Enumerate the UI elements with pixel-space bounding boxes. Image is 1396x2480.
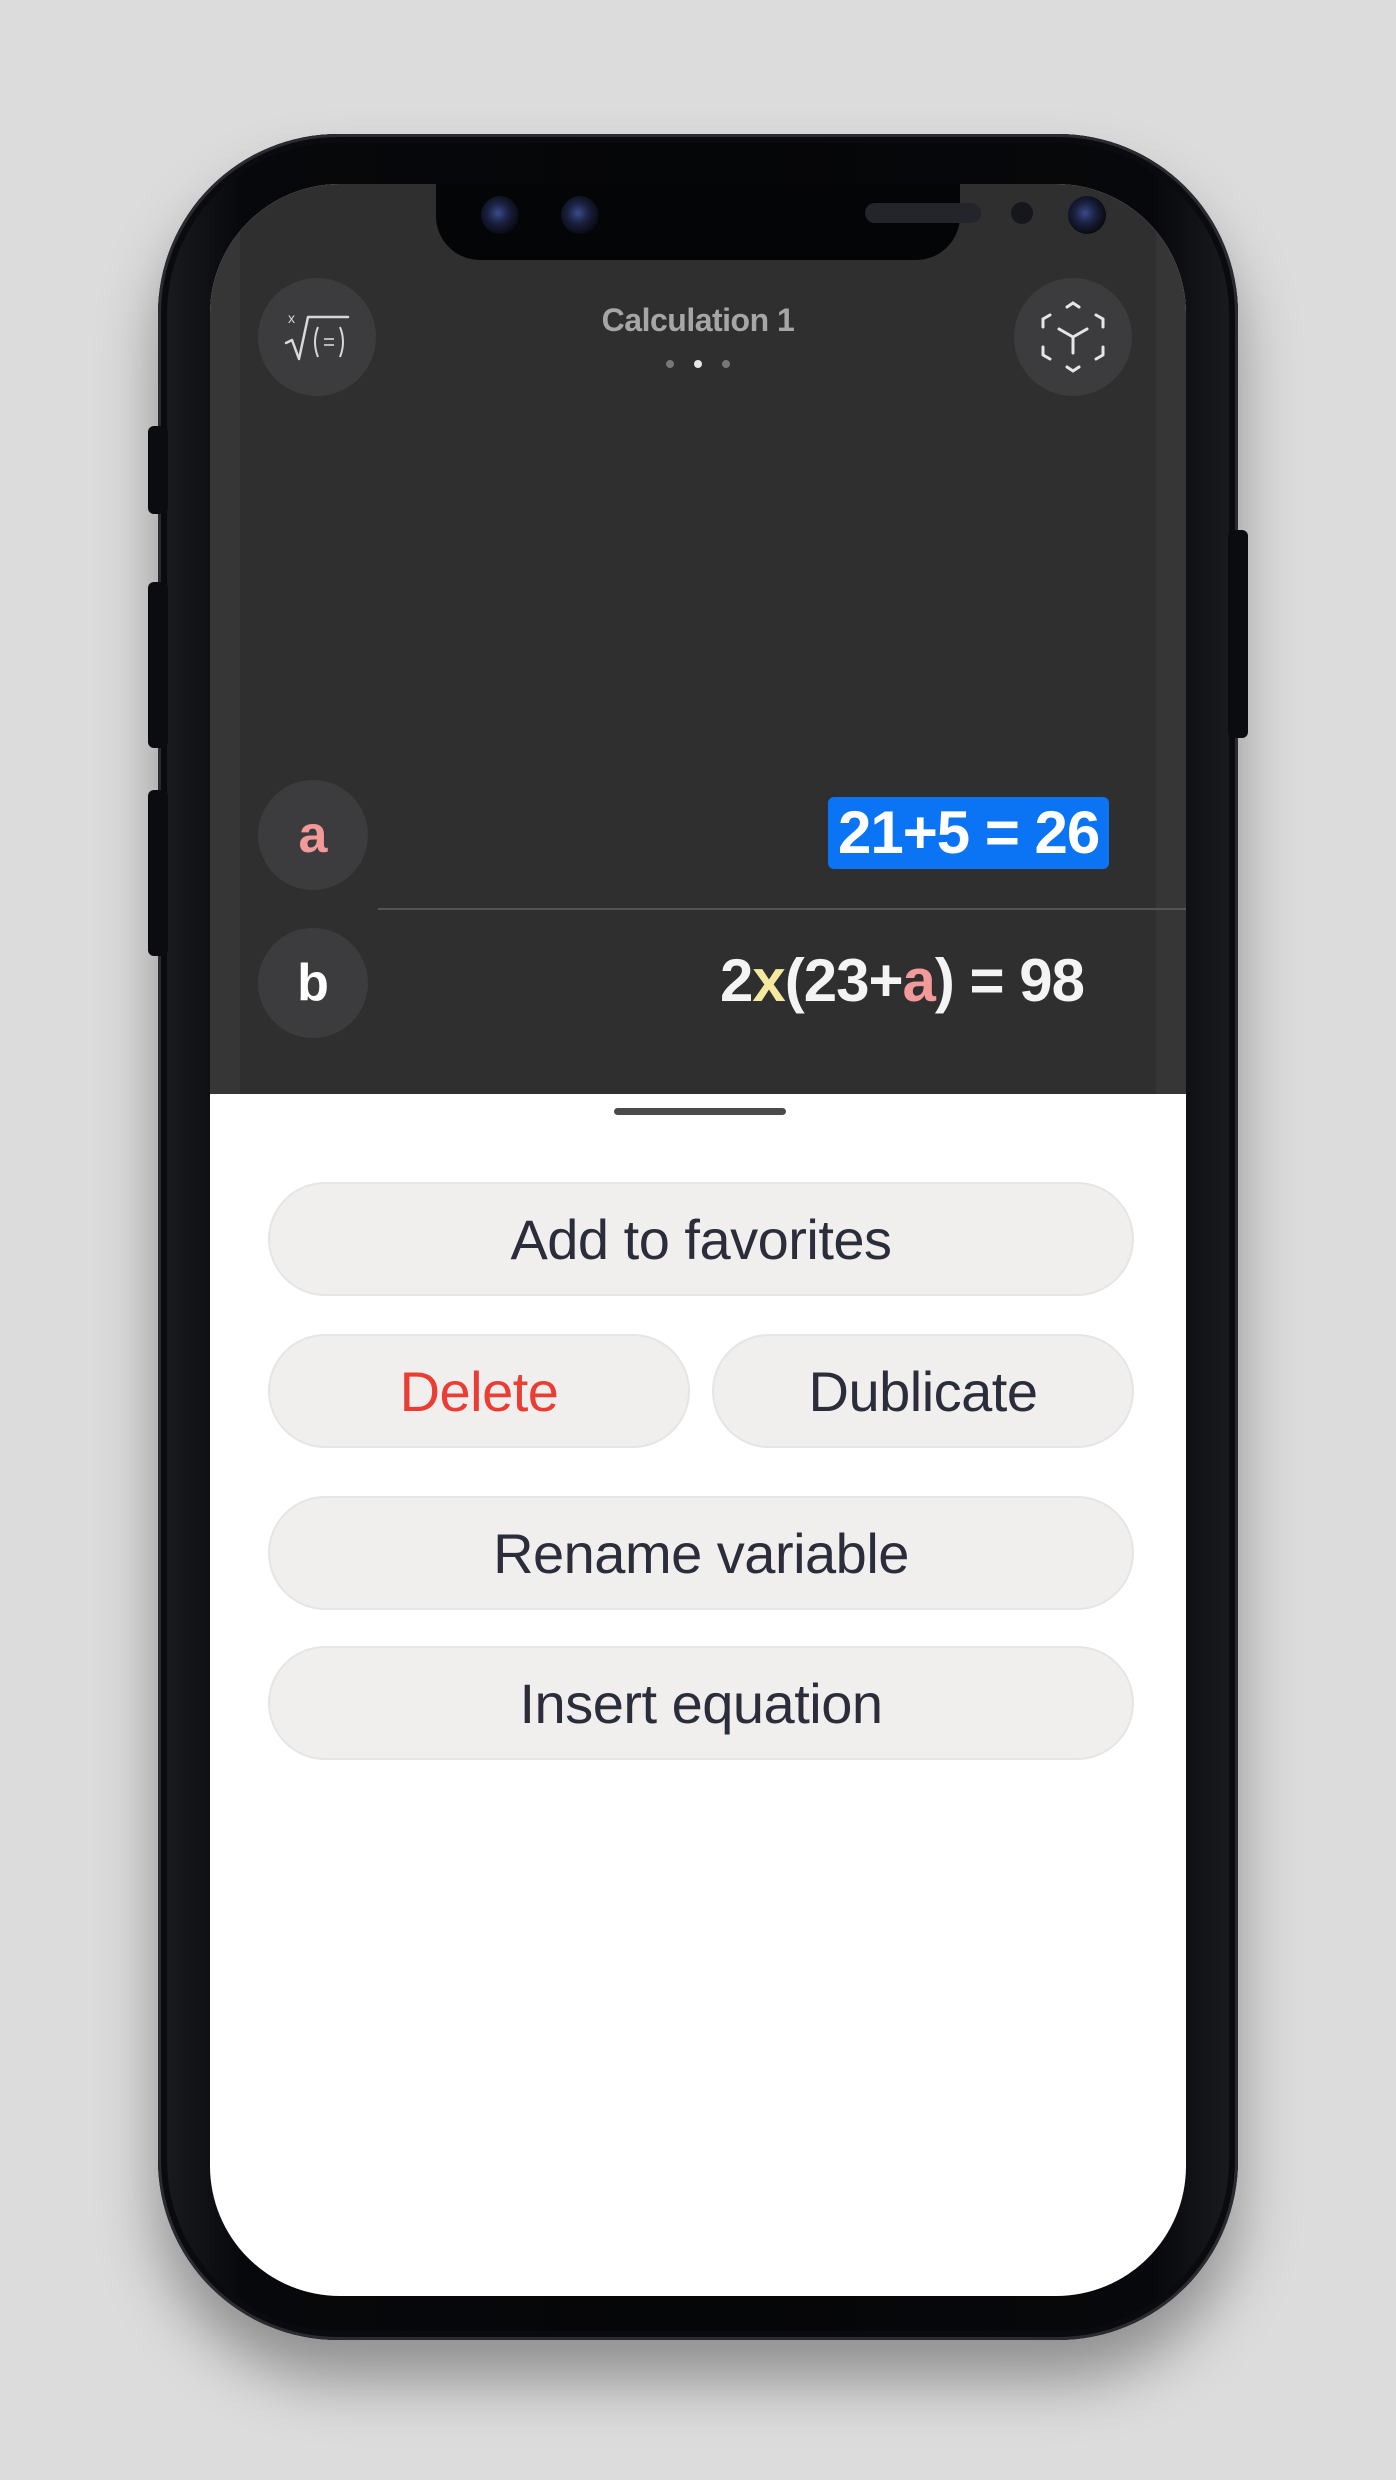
variable-badge-b[interactable]: b: [258, 928, 368, 1038]
volume-down-button: [148, 790, 168, 956]
ar-cube-icon: [1041, 301, 1105, 373]
volume-up-button: [148, 582, 168, 748]
expression-variable-a: a: [902, 947, 936, 1014]
variable-badge-a[interactable]: a: [258, 780, 368, 890]
camera-icon: [481, 196, 519, 234]
screen: x Calculation 1 a 21+5 = 26 b 2x(23+a) =…: [210, 184, 1186, 2296]
page-dot-active: [694, 360, 702, 368]
expression-part: ) = 98: [934, 947, 1085, 1014]
expression-part: 2: [720, 947, 753, 1014]
earpiece-speaker: [865, 203, 981, 223]
expression-part: (23+: [784, 947, 904, 1014]
camera-icon: [561, 196, 599, 234]
notch: [436, 184, 1106, 260]
delete-button[interactable]: Delete: [268, 1334, 690, 1448]
duplicate-button[interactable]: Dublicate: [712, 1334, 1134, 1448]
power-button: [1228, 530, 1248, 738]
page-dot: [666, 360, 674, 368]
sheet-grabber[interactable]: [614, 1108, 786, 1115]
rename-variable-button[interactable]: Rename variable: [268, 1496, 1134, 1610]
calculation-view: x Calculation 1 a 21+5 = 26 b 2x(23+a) =…: [210, 184, 1186, 1094]
expression-b[interactable]: 2x(23+a) = 98: [720, 946, 1085, 1015]
add-to-favorites-button[interactable]: Add to favorites: [268, 1182, 1134, 1296]
expression-variable-x: x: [752, 947, 785, 1014]
expression-a-selected[interactable]: 21+5 = 26: [828, 797, 1110, 869]
insert-equation-button[interactable]: Insert equation: [268, 1646, 1134, 1760]
row-divider: [378, 908, 1186, 910]
stage: x Calculation 1 a 21+5 = 26 b 2x(23+a) =…: [0, 0, 1396, 2480]
proximity-sensor: [1011, 202, 1033, 224]
front-camera-icon: [1068, 196, 1106, 234]
page-dot: [722, 360, 730, 368]
mute-switch: [148, 426, 168, 514]
ar-button[interactable]: [1014, 278, 1132, 396]
